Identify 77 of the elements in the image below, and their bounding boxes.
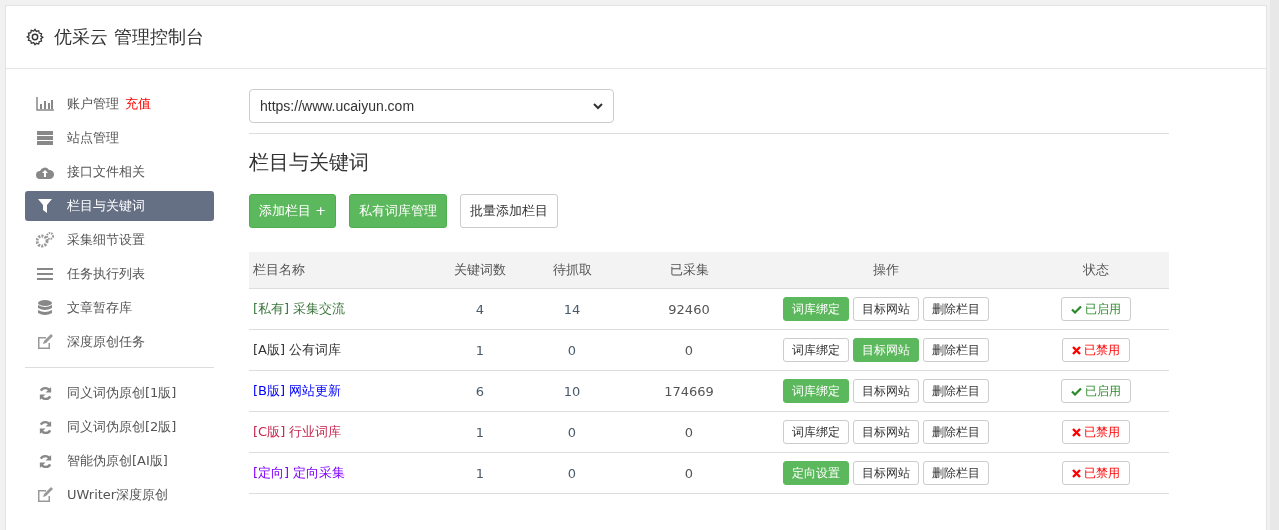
page-title: 优采云 管理控制台	[54, 25, 204, 49]
table-cell: 6	[444, 370, 516, 412]
action-button[interactable]: 删除栏目	[923, 379, 989, 403]
edit-icon	[37, 334, 53, 350]
table-cell: 0	[628, 329, 750, 371]
toolbar-button[interactable]: 批量添加栏目	[460, 194, 559, 228]
status-button[interactable]: 已禁用	[1061, 338, 1130, 362]
refresh-icon	[37, 385, 53, 401]
check-icon	[1070, 304, 1082, 314]
server-icon	[37, 131, 53, 145]
column-header: 待抓取	[516, 252, 628, 289]
column-header: 操作	[750, 252, 1022, 289]
table-cell: 0	[516, 329, 628, 371]
table-cell: 174669	[628, 370, 750, 412]
section-heading: 栏目与关键词	[249, 149, 369, 176]
table-cell: [私有] 采集交流	[249, 288, 444, 330]
table-cell: 4	[444, 288, 516, 330]
action-button[interactable]: 删除栏目	[923, 338, 989, 362]
gears-icon	[36, 232, 54, 248]
table-cell: [B版] 网站更新	[249, 370, 444, 412]
cloud-upload-icon	[36, 165, 54, 179]
close-icon	[1071, 468, 1081, 478]
bar-chart-icon	[36, 97, 54, 111]
status-button[interactable]: 已启用	[1060, 297, 1131, 321]
status-button[interactable]: 已禁用	[1061, 420, 1130, 444]
table-cell: 0	[516, 411, 628, 453]
refresh-icon	[37, 453, 53, 469]
action-button[interactable]: 目标网站	[853, 379, 919, 403]
column-header: 状态	[1022, 252, 1169, 289]
table-cell: 0	[516, 452, 628, 494]
table-cell: 10	[516, 370, 628, 412]
table-cell: [定向] 定向采集	[249, 452, 444, 494]
table-cell: [C版] 行业词库	[249, 411, 444, 453]
table-cell: 0	[628, 452, 750, 494]
filter-icon	[38, 199, 52, 213]
column-header: 栏目名称	[249, 252, 444, 289]
table-cell: 14	[516, 288, 628, 330]
table-cell: [A版] 公有词库	[249, 329, 444, 371]
column-header: 已采集	[628, 252, 750, 289]
status-button[interactable]: 已禁用	[1061, 461, 1130, 485]
chevron-down-icon	[593, 102, 603, 110]
action-button[interactable]: 目标网站	[853, 297, 919, 321]
sidebar-item[interactable]: 同义词伪原创[1版]	[25, 378, 214, 408]
column-header: 关键词数	[444, 252, 516, 289]
action-button[interactable]: 词库绑定	[783, 338, 849, 362]
table-cell: 1	[444, 329, 516, 371]
sidebar-item[interactable]: UWriter深度原创	[25, 480, 214, 510]
table-cell: 1	[444, 411, 516, 453]
action-button[interactable]: 词库绑定	[783, 420, 849, 444]
sidebar-item[interactable]: 接口文件相关	[25, 157, 214, 187]
site-select[interactable]: https://www.ucaiyun.com	[249, 89, 614, 123]
action-button[interactable]: 删除栏目	[923, 420, 989, 444]
table-cell: 1	[444, 452, 516, 494]
sidebar-item[interactable]: 站点管理	[25, 123, 214, 153]
sidebar-item[interactable]: 深度原创任务	[25, 327, 214, 357]
sidebar-item[interactable]: 账户管理 充值	[25, 89, 214, 119]
sidebar-item[interactable]: 栏目与关键词	[25, 191, 214, 221]
sidebar-item[interactable]: 文章暂存库	[25, 293, 214, 323]
check-icon	[1070, 386, 1082, 396]
settings-icon	[26, 28, 44, 46]
sidebar-item[interactable]: 同义词伪原创[2版]	[25, 412, 214, 442]
action-button[interactable]: 删除栏目	[923, 461, 989, 485]
sidebar-item[interactable]: 智能伪原创[AI版]	[25, 446, 214, 476]
sidebar-item[interactable]: 采集细节设置	[25, 225, 214, 255]
action-button[interactable]: 删除栏目	[923, 297, 989, 321]
sidebar-item[interactable]: 任务执行列表	[25, 259, 214, 289]
list-icon	[37, 267, 53, 281]
action-button[interactable]: 目标网站	[853, 461, 919, 485]
table-cell: 92460	[628, 288, 750, 330]
table-cell: 0	[628, 411, 750, 453]
database-icon	[38, 300, 52, 316]
edit-icon	[37, 487, 53, 503]
status-button[interactable]: 已启用	[1060, 379, 1131, 403]
refresh-icon	[37, 419, 53, 435]
close-icon	[1071, 345, 1081, 355]
close-icon	[1071, 427, 1081, 437]
action-button[interactable]: 目标网站	[853, 420, 919, 444]
